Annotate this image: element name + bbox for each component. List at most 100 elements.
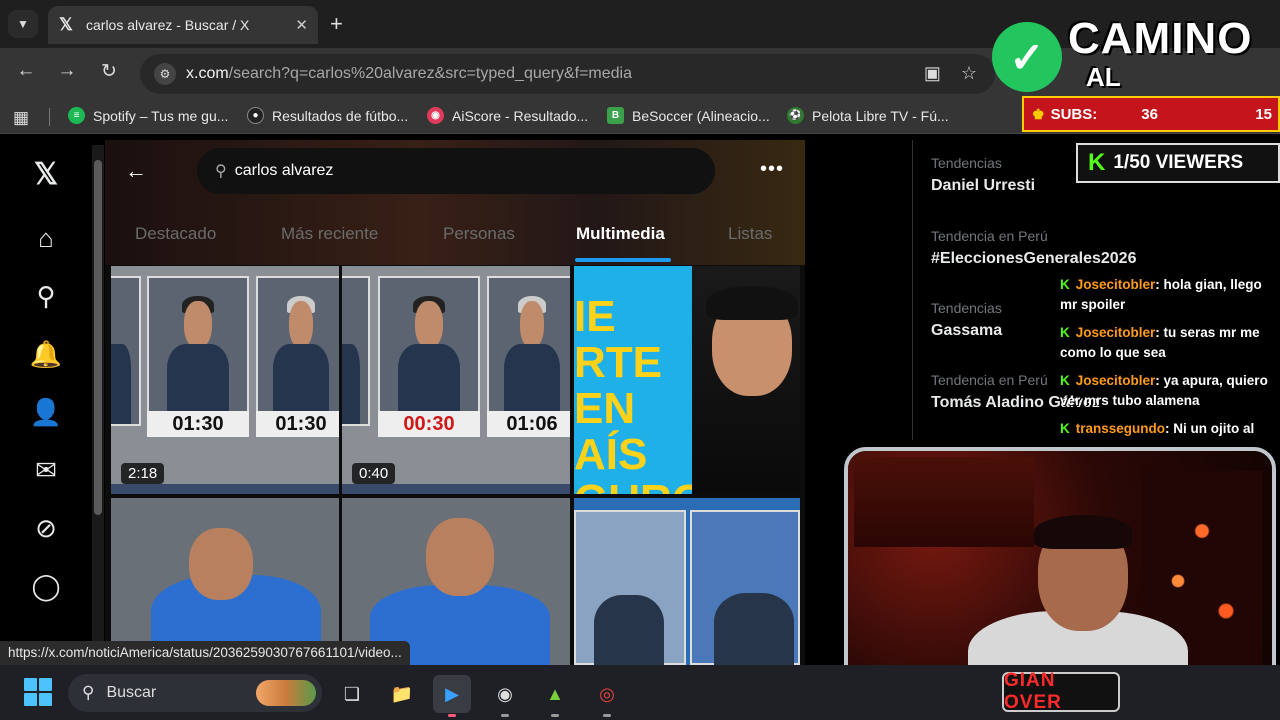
media-tile[interactable]: IE RTE EN AÍS GURO” bbox=[574, 266, 800, 494]
url-host: x.com bbox=[186, 65, 229, 82]
search-tabs: Destacado Más reciente Personas Multimed… bbox=[105, 210, 805, 262]
bookmark-pelota-libre[interactable]: ⚽ Pelota Libre TV - Fú... bbox=[787, 107, 949, 124]
follow-user-icon[interactable]: 👤 bbox=[25, 391, 67, 433]
crown-icon: ♚ bbox=[1032, 105, 1045, 122]
task-view-icon[interactable]: ❏ bbox=[333, 675, 371, 713]
video-panel bbox=[111, 276, 141, 426]
debate-timer: 00:30 bbox=[378, 411, 480, 437]
browser-tab[interactable]: 𝕏 carlos alvarez - Buscar / X ✕ bbox=[48, 6, 318, 44]
tab-title: carlos alvarez - Buscar / X bbox=[86, 17, 250, 33]
profile-icon[interactable]: ◯ bbox=[25, 565, 67, 607]
headline-line: RTE EN bbox=[574, 338, 662, 433]
bookmark-star-icon[interactable]: ☆ bbox=[961, 63, 977, 84]
obs-icon[interactable]: ◉ bbox=[486, 675, 524, 713]
trend-item[interactable]: Tendencia en Perú #EleccionesGenerales20… bbox=[931, 228, 1136, 268]
bookmark-aiscore[interactable]: ◉ AiScore - Resultado... bbox=[427, 107, 588, 124]
subs-current: 36 bbox=[1141, 105, 1158, 123]
media-tile[interactable]: 01:30 01:30 2:18 bbox=[111, 266, 339, 494]
news-ticker bbox=[111, 484, 339, 494]
kick-logo-icon: K bbox=[1060, 373, 1070, 388]
bookmark-label: BeSoccer (Alineacio... bbox=[632, 107, 770, 124]
media-tile[interactable] bbox=[574, 498, 800, 665]
bookmark-besoccer[interactable]: B BeSoccer (Alineacio... bbox=[607, 107, 770, 124]
trend-item[interactable]: Tendencias Daniel Urresti bbox=[931, 155, 1035, 195]
video-panel bbox=[256, 276, 339, 426]
reload-icon[interactable]: ↻ bbox=[96, 60, 122, 83]
chat-message: K Josecitobler: ya apura, quiero ver mrs … bbox=[1060, 371, 1275, 411]
trend-item[interactable]: Tendencias Gassama bbox=[931, 300, 1002, 340]
running-app-indicator bbox=[603, 714, 611, 717]
chat-username: Josecitobler bbox=[1075, 277, 1156, 292]
tab-close-icon[interactable]: ✕ bbox=[295, 16, 308, 34]
chrome-icon[interactable]: ◎ bbox=[588, 675, 626, 713]
bookmark-resultados[interactable]: ● Resultados de fútbo... bbox=[247, 107, 408, 124]
tab-destacado[interactable]: Destacado bbox=[135, 224, 216, 244]
spotify-icon: ≡ bbox=[68, 107, 85, 124]
subs-label: SUBS: bbox=[1050, 105, 1098, 123]
chat-message: K Josecitobler: hola gian, llego mr spoil… bbox=[1060, 275, 1275, 315]
tab-mas-reciente[interactable]: Más reciente bbox=[281, 224, 378, 244]
running-app-indicator bbox=[551, 714, 559, 717]
debate-timer: 01:30 bbox=[147, 411, 249, 437]
stream-chat-overlay: K Josecitobler: hola gian, llego mr spoil… bbox=[1060, 275, 1275, 447]
taskbar-search-box[interactable]: ⚲ Buscar bbox=[68, 674, 322, 712]
trend-context: Tendencia en Perú bbox=[931, 228, 1048, 244]
taskbar-search-label: Buscar bbox=[106, 684, 157, 701]
subs-goal: 15 bbox=[1255, 105, 1272, 123]
home-icon[interactable]: ⌂ bbox=[25, 217, 67, 259]
headline-line: IE bbox=[574, 292, 616, 341]
tab-search-menu-button[interactable]: ▼ bbox=[8, 10, 38, 38]
bookmark-label: Spotify – Tus me gu... bbox=[93, 107, 229, 124]
back-arrow-icon[interactable]: ← bbox=[13, 60, 39, 82]
debate-timer: 01:06 bbox=[487, 411, 570, 437]
back-arrow-icon[interactable]: ← bbox=[125, 158, 147, 184]
trend-name: #EleccionesGenerales2026 bbox=[931, 250, 1137, 267]
media-tile[interactable] bbox=[342, 498, 570, 665]
media-tile[interactable]: 00:30 01:06 0:40 bbox=[342, 266, 570, 494]
headline-line: GURO” bbox=[574, 478, 728, 495]
streamer-name-tag: GIAN OVER bbox=[1002, 670, 1120, 713]
notifications-bell-icon[interactable]: 🔔 bbox=[25, 333, 67, 375]
new-tab-button[interactable]: + bbox=[330, 11, 343, 37]
file-explorer-icon[interactable]: 📁 bbox=[383, 675, 421, 713]
video-panel bbox=[342, 276, 370, 426]
link-status-bubble: https://x.com/noticiAmerica/status/20362… bbox=[0, 641, 410, 665]
running-app-indicator bbox=[501, 714, 509, 717]
bookmark-spotify[interactable]: ≡ Spotify – Tus me gu... bbox=[68, 107, 228, 124]
bookmark-label: AiScore - Resultado... bbox=[452, 107, 589, 124]
viewer-count-badge: K 1/50 VIEWERS bbox=[1076, 143, 1280, 183]
messages-envelope-icon[interactable]: ✉ bbox=[25, 449, 67, 491]
x-left-nav: 𝕏 ⌂ ⚲ 🔔 👤 ✉ ⊘ ◯ bbox=[0, 140, 90, 665]
search-highlight-art bbox=[256, 680, 316, 706]
install-app-icon[interactable]: ▣ bbox=[924, 63, 941, 84]
more-options-icon[interactable]: ••• bbox=[760, 158, 784, 181]
video-app-icon[interactable]: ▶ bbox=[433, 675, 471, 713]
grok-icon[interactable]: ⊘ bbox=[25, 507, 67, 549]
tab-personas[interactable]: Personas bbox=[443, 224, 515, 244]
site-settings-icon[interactable]: ⚙ bbox=[154, 63, 176, 85]
trend-context: Tendencias bbox=[931, 300, 1002, 316]
bluestacks-icon[interactable]: ▲ bbox=[536, 675, 574, 713]
banner-line-1: CAMINO bbox=[1068, 14, 1253, 63]
kick-logo-icon: K bbox=[1060, 277, 1070, 292]
forward-arrow-icon[interactable]: → bbox=[54, 60, 80, 82]
address-bar[interactable]: ⚙ x.com/search?q=carlos%20alvarez&src=ty… bbox=[140, 54, 995, 94]
tab-multimedia[interactable]: Multimedia bbox=[576, 224, 665, 244]
trend-name: Daniel Urresti bbox=[931, 177, 1036, 194]
tab-listas[interactable]: Listas bbox=[728, 224, 772, 244]
face-shape bbox=[189, 528, 253, 600]
screen: ▼ 𝕏 carlos alvarez - Buscar / X ✕ + ← → … bbox=[0, 0, 1280, 720]
apps-grid-icon[interactable]: ▦ bbox=[13, 108, 29, 128]
x-logo-icon[interactable]: 𝕏 bbox=[25, 153, 67, 195]
left-scrollbar-thumb[interactable] bbox=[94, 160, 102, 515]
soccer-site-icon: ● bbox=[247, 107, 264, 124]
search-input[interactable]: ⚲ carlos alvarez bbox=[197, 148, 715, 194]
bookmark-label: Pelota Libre TV - Fú... bbox=[812, 107, 949, 124]
media-tile[interactable] bbox=[111, 498, 339, 665]
search-icon[interactable]: ⚲ bbox=[25, 275, 67, 317]
windows-start-icon[interactable] bbox=[24, 678, 52, 706]
kick-logo-icon: K bbox=[1060, 325, 1070, 340]
verified-check-icon: ✓ bbox=[992, 22, 1062, 92]
besoccer-icon: B bbox=[607, 107, 624, 124]
portrait-photo bbox=[692, 266, 800, 494]
